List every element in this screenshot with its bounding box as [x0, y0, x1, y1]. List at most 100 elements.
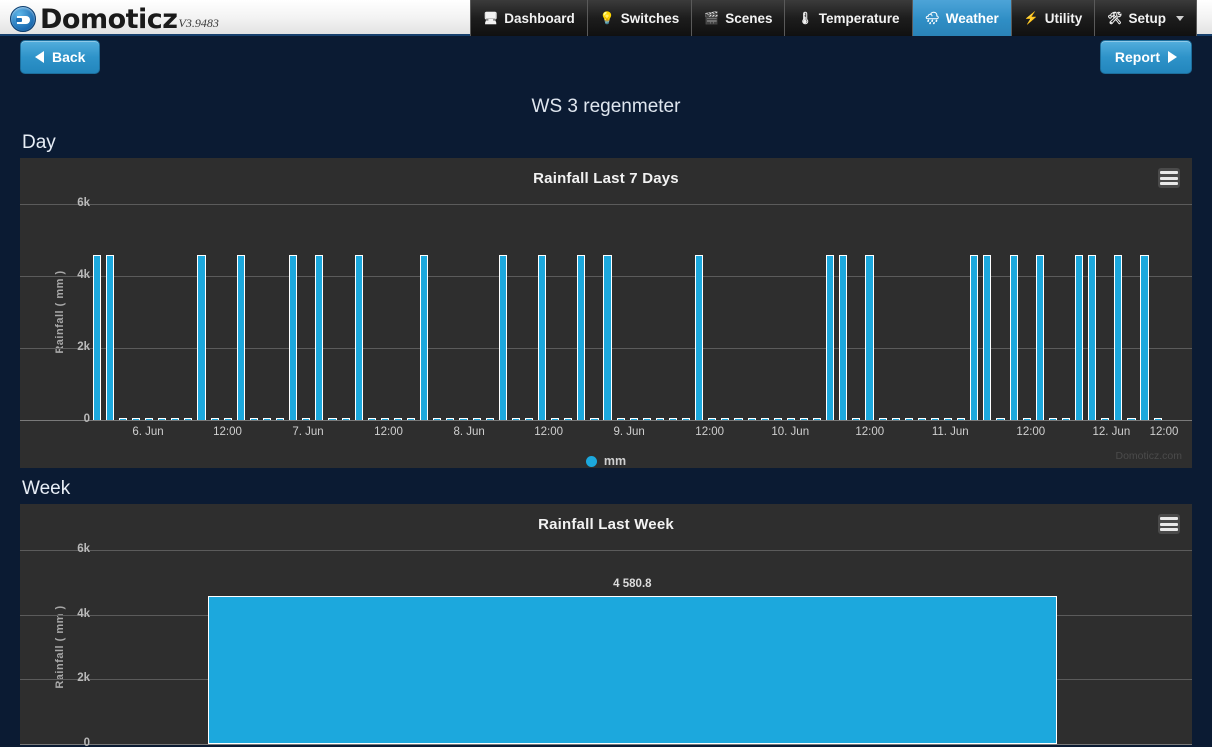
hamburger-menu-icon-week[interactable] [1158, 514, 1180, 534]
bar[interactable] [551, 417, 560, 420]
nav-item-temperature[interactable]: 🌡 Temperature [785, 0, 913, 36]
bar[interactable] [957, 417, 966, 420]
bar[interactable] [380, 417, 389, 420]
bar[interactable] [668, 417, 678, 420]
bar[interactable] [289, 255, 298, 420]
bar[interactable] [1088, 255, 1097, 420]
bar[interactable] [145, 417, 154, 420]
bar[interactable] [852, 417, 861, 420]
bar[interactable] [629, 417, 638, 420]
bar[interactable] [734, 417, 743, 420]
bar[interactable] [996, 417, 1005, 420]
bar[interactable] [1048, 417, 1057, 420]
bar[interactable] [210, 417, 219, 420]
bar[interactable] [249, 417, 258, 420]
bar[interactable] [839, 255, 848, 420]
bar[interactable] [538, 255, 547, 420]
bar[interactable] [642, 417, 651, 420]
chart-legend-day[interactable]: mm [20, 454, 1192, 468]
bar[interactable] [1075, 255, 1084, 420]
bar[interactable] [197, 255, 206, 420]
bar[interactable] [799, 417, 809, 420]
bar[interactable] [420, 255, 429, 420]
bar[interactable] [511, 417, 520, 420]
bar[interactable] [577, 255, 586, 420]
bar[interactable] [865, 255, 874, 420]
bar[interactable] [92, 255, 101, 420]
bar[interactable] [276, 417, 285, 420]
bar[interactable] [158, 417, 167, 420]
bar[interactable] [655, 417, 664, 420]
nav-item-dashboard[interactable]: 🖥 Dashboard [470, 0, 588, 36]
legend-label-mm: mm [603, 454, 627, 468]
nav-item-weather[interactable]: 🌧 Weather [912, 0, 1012, 36]
bar[interactable] [498, 255, 507, 420]
bar[interactable] [564, 417, 573, 420]
bar[interactable] [328, 417, 337, 420]
bar[interactable] [524, 417, 533, 420]
bar[interactable] [708, 417, 717, 420]
bar[interactable] [184, 417, 193, 420]
bar[interactable] [695, 255, 704, 420]
bar[interactable] [131, 417, 141, 420]
bar[interactable] [407, 417, 416, 420]
bar[interactable] [459, 417, 468, 420]
bar[interactable] [105, 255, 114, 420]
hamburger-menu-icon[interactable] [1158, 168, 1180, 188]
bar[interactable] [446, 417, 455, 420]
bar[interactable] [721, 417, 730, 420]
x-tick-label: 12. Jun [1092, 426, 1131, 438]
back-button[interactable]: Back [20, 40, 101, 74]
bar[interactable] [1153, 417, 1162, 420]
bar[interactable] [983, 255, 992, 420]
bar[interactable] [682, 417, 691, 420]
bar[interactable] [786, 417, 795, 420]
bar[interactable] [433, 417, 442, 420]
bar[interactable] [1022, 417, 1031, 420]
bar[interactable] [813, 417, 822, 420]
nav-item-scenes[interactable]: 🎬 Scenes [692, 0, 786, 36]
bar[interactable] [760, 417, 769, 420]
bar[interactable] [590, 417, 599, 420]
bar[interactable] [1009, 255, 1018, 420]
bar[interactable] [485, 417, 494, 420]
bar[interactable] [1127, 417, 1136, 420]
bar[interactable] [878, 417, 887, 420]
brand-logo-area[interactable]: Domoticz V3.9483 [0, 0, 219, 35]
bar[interactable] [262, 417, 272, 420]
bar-series-day [90, 204, 1164, 420]
bar[interactable] [302, 417, 311, 420]
bar[interactable] [1114, 255, 1123, 420]
bar[interactable] [616, 417, 625, 420]
bar[interactable] [1061, 417, 1070, 420]
bar[interactable] [944, 417, 953, 420]
bar[interactable] [354, 255, 363, 420]
bar[interactable] [341, 417, 350, 420]
bar[interactable] [208, 595, 1057, 744]
bar[interactable] [747, 417, 756, 420]
bar[interactable] [904, 417, 913, 420]
bar[interactable] [891, 417, 900, 420]
bar[interactable] [236, 255, 245, 420]
bar[interactable] [1140, 255, 1149, 420]
bar[interactable] [917, 417, 926, 420]
bar[interactable] [930, 417, 940, 420]
bar[interactable] [1035, 255, 1044, 420]
bar[interactable] [970, 255, 979, 420]
bar[interactable] [367, 417, 376, 420]
x-tick-label: 11. Jun [931, 426, 969, 438]
bar[interactable] [773, 417, 782, 420]
report-button[interactable]: Report [1099, 40, 1192, 74]
bar[interactable] [472, 417, 481, 420]
bar[interactable] [223, 417, 232, 420]
bar[interactable] [826, 255, 835, 420]
bar[interactable] [1101, 417, 1110, 420]
bar[interactable] [118, 417, 127, 420]
nav-item-setup[interactable]: 🛠 Setup [1095, 0, 1197, 36]
nav-item-utility[interactable]: ⚡ Utility [1011, 0, 1096, 36]
bar[interactable] [393, 417, 403, 420]
nav-item-switches[interactable]: 💡 Switches [587, 0, 693, 36]
bar[interactable] [171, 417, 180, 420]
bar[interactable] [315, 255, 324, 420]
bar[interactable] [603, 255, 612, 420]
